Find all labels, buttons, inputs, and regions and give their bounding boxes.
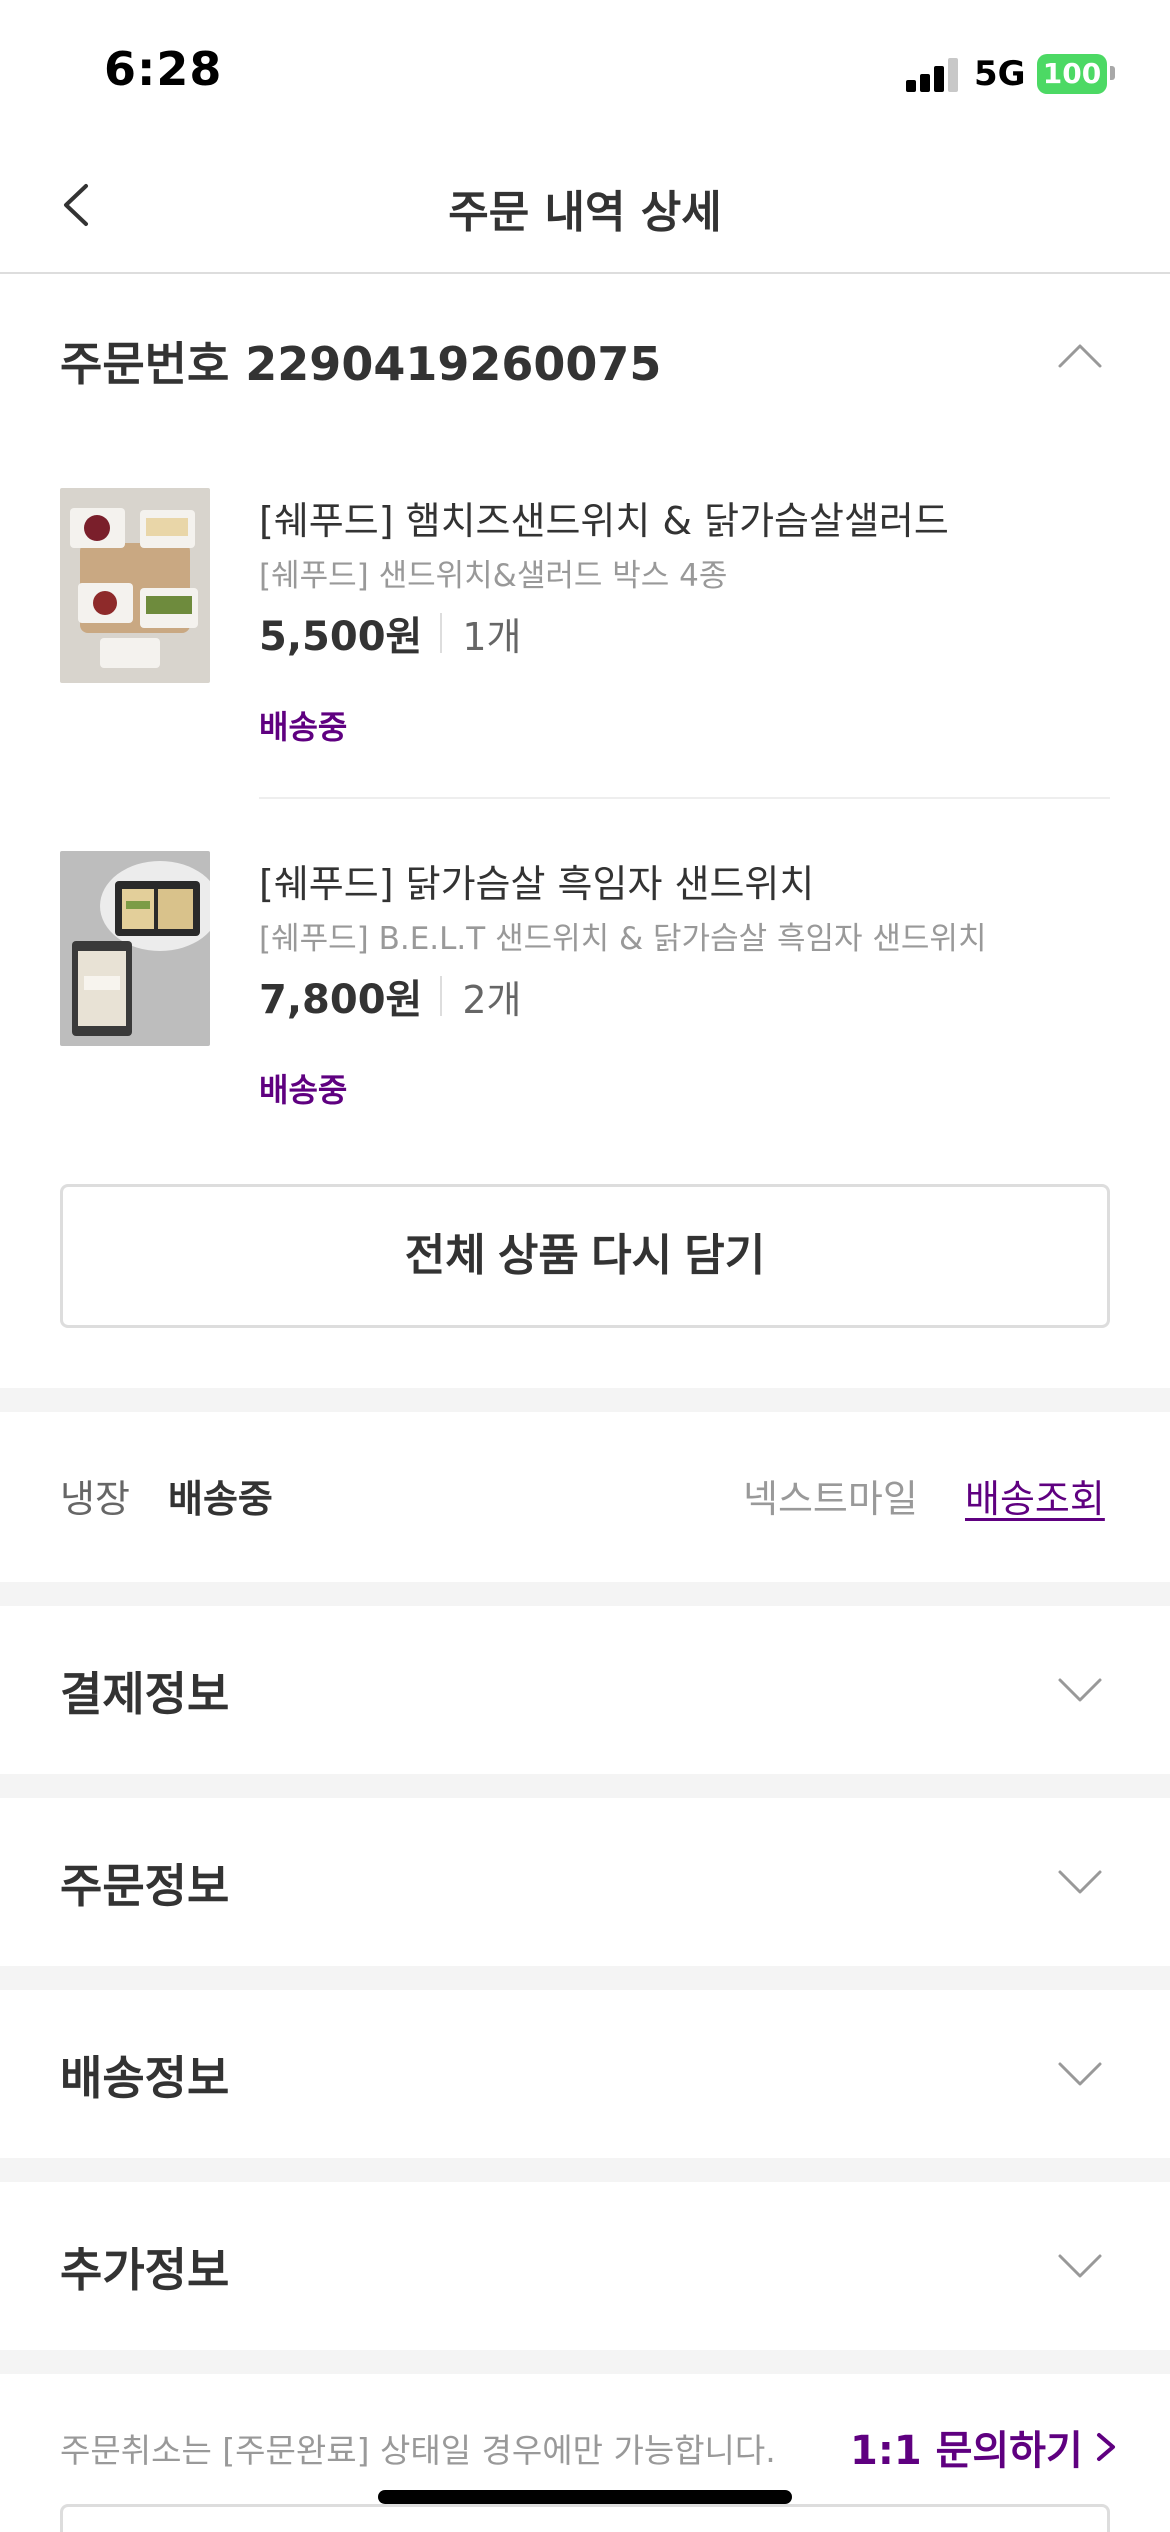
price-separator bbox=[440, 613, 443, 653]
delivery-info-section[interactable]: 배송정보 bbox=[0, 1990, 1170, 2158]
product-status: 배송중 bbox=[259, 708, 348, 746]
status-bar: 6:28 5G 100 bbox=[0, 0, 1170, 140]
payment-info-section[interactable]: 결제정보 bbox=[0, 1606, 1170, 1774]
inquiry-label: 1:1 문의하기 bbox=[850, 2428, 1083, 2474]
inquiry-link[interactable]: 1:1 문의하기 bbox=[850, 2418, 1121, 2476]
section-title: 추가정보 bbox=[60, 2243, 230, 2297]
track-delivery-link[interactable]: 배송조회 bbox=[965, 1468, 1105, 1523]
product-divider bbox=[259, 797, 1110, 799]
delivery-row: 냉장 배송중 넥스트마일 배송조회 bbox=[0, 1412, 1170, 1582]
product-quantity: 1개 bbox=[462, 614, 522, 659]
section-gap bbox=[0, 1388, 1170, 1412]
page-header: 주문 내역 상세 bbox=[0, 140, 1170, 274]
product-image[interactable] bbox=[60, 488, 210, 683]
product-image[interactable] bbox=[60, 851, 210, 1046]
chevron-right-icon bbox=[1096, 2433, 1115, 2461]
storage-type: 냉장 bbox=[60, 1477, 130, 1521]
section-gap bbox=[0, 1582, 1170, 1606]
carrier-name: 넥스트마일 bbox=[743, 1477, 918, 1521]
product-price: 7,800원 bbox=[259, 977, 423, 1023]
section-title: 결제정보 bbox=[60, 1667, 230, 1721]
product-item[interactable]: [쉐푸드] 닭가슴살 흑임자 샌드위치 [쉐푸드] B.E.L.T 샌드위치 &… bbox=[60, 851, 1110, 1121]
battery-tip bbox=[1110, 66, 1115, 80]
product-price-row: 5,500원 1개 bbox=[259, 604, 521, 662]
product-option: [쉐푸드] 샌드위치&샐러드 박스 4종 bbox=[259, 558, 728, 594]
chevron-down-icon[interactable] bbox=[1054, 1856, 1106, 1908]
section-title: 주문정보 bbox=[60, 1859, 230, 1913]
order-number: 주문번호 2290419260075 bbox=[60, 337, 662, 391]
battery-icon: 100 bbox=[1037, 54, 1107, 94]
cancel-policy-note: 주문취소는 [주문완료] 상태일 경우에만 가능합니다. bbox=[60, 2431, 776, 2470]
product-name[interactable]: [쉐푸드] 닭가슴살 흑임자 샌드위치 bbox=[259, 853, 814, 908]
chevron-down-icon[interactable] bbox=[1054, 1664, 1106, 1716]
product-item[interactable]: [쉐푸드] 햄치즈샌드위치 & 닭가슴살샐러드 [쉐푸드] 샌드위치&샐러드 박… bbox=[60, 488, 1110, 758]
product-status: 배송중 bbox=[259, 1071, 348, 1109]
chevron-down-icon[interactable] bbox=[1054, 2048, 1106, 2100]
order-info-section[interactable]: 주문정보 bbox=[0, 1798, 1170, 1966]
section-gap bbox=[0, 1774, 1170, 1798]
chevron-down-icon[interactable] bbox=[1054, 2240, 1106, 2292]
product-price: 5,500원 bbox=[259, 614, 423, 660]
status-time: 6:28 bbox=[104, 42, 223, 96]
readd-all-button[interactable]: 전체 상품 다시 담기 bbox=[60, 1184, 1110, 1328]
product-price-row: 7,800원 2개 bbox=[259, 967, 521, 1025]
chevron-up-icon[interactable] bbox=[1054, 330, 1106, 382]
bottom-button[interactable] bbox=[60, 2504, 1110, 2532]
product-quantity: 2개 bbox=[462, 977, 522, 1022]
additional-info-section[interactable]: 추가정보 bbox=[0, 2182, 1170, 2350]
home-indicator bbox=[378, 2490, 792, 2504]
page-title: 주문 내역 상세 bbox=[448, 187, 722, 238]
section-gap bbox=[0, 2350, 1170, 2374]
product-option: [쉐푸드] B.E.L.T 샌드위치 & 닭가슴살 흑임자 샌드위치 bbox=[259, 921, 987, 957]
section-title: 배송정보 bbox=[60, 2051, 230, 2105]
section-gap bbox=[0, 2158, 1170, 2182]
section-gap bbox=[0, 1966, 1170, 1990]
product-name[interactable]: [쉐푸드] 햄치즈샌드위치 & 닭가슴살샐러드 bbox=[259, 490, 949, 545]
network-label: 5G bbox=[974, 54, 1026, 94]
delivery-status: 배송중 bbox=[168, 1477, 273, 1521]
signal-icon bbox=[906, 56, 960, 92]
price-separator bbox=[440, 976, 443, 1016]
